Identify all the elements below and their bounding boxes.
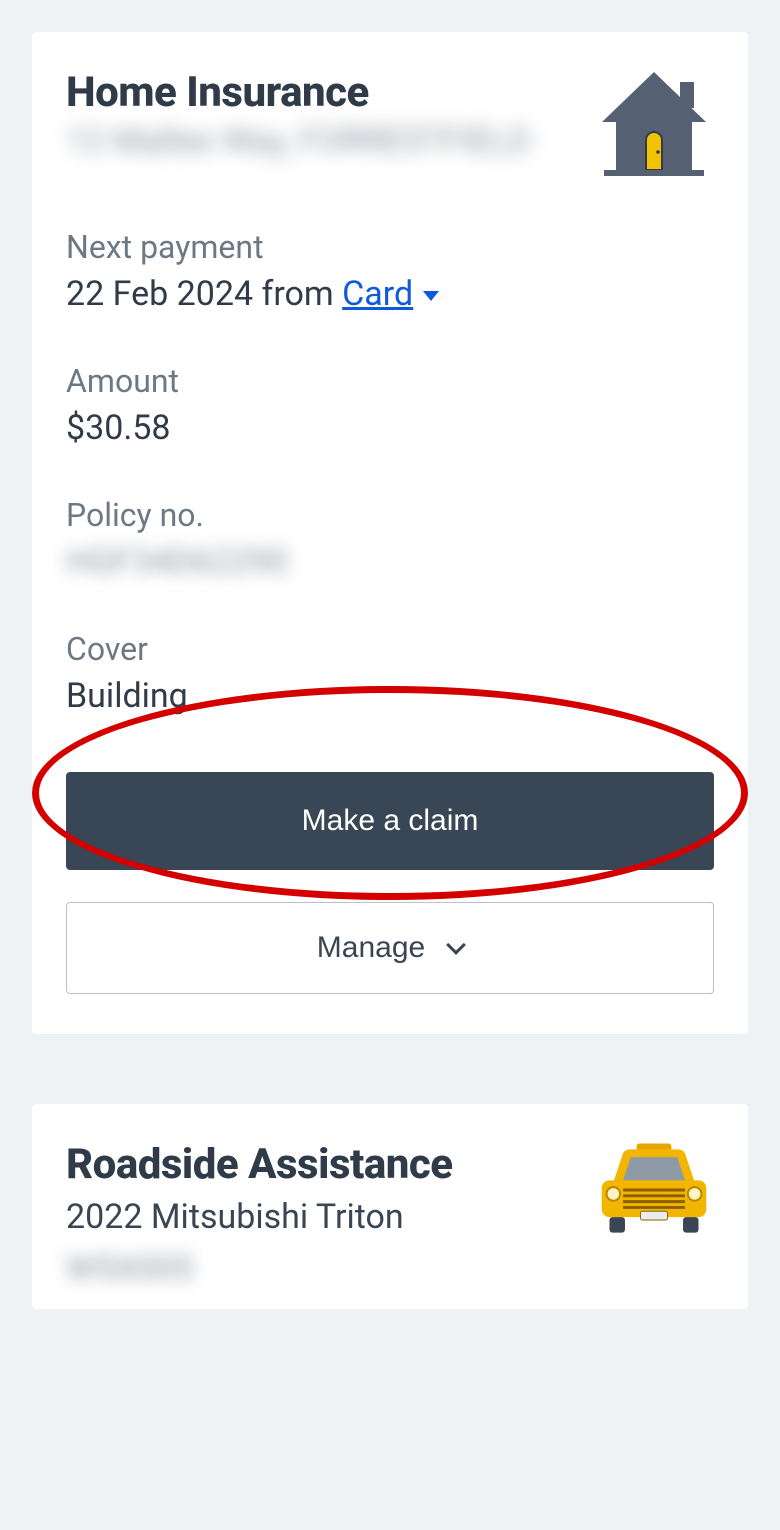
next-payment-date: 22 Feb 2024 from: [66, 274, 342, 314]
amount-field: Amount $30.58: [66, 362, 714, 448]
chevron-down-icon: [446, 935, 466, 955]
manage-label: Manage: [317, 931, 425, 965]
highlight-annotation: Make a claim: [66, 716, 714, 870]
policy-label: Policy no.: [66, 496, 714, 534]
payment-source-link[interactable]: Card: [342, 274, 413, 314]
cover-label: Cover: [66, 630, 714, 668]
policy-field: Policy no. HGF34D62290: [66, 496, 714, 582]
manage-button[interactable]: Manage: [66, 902, 714, 994]
cover-value: Building: [66, 676, 714, 716]
card-header: Home Insurance 12 Mallee Way, FORRESTFIE…: [66, 68, 714, 180]
amount-label: Amount: [66, 362, 714, 400]
cover-field: Cover Building: [66, 630, 714, 716]
policy-value-redacted: HGF34D62290: [66, 542, 288, 582]
car-icon: [594, 1140, 714, 1240]
vehicle-name: 2022 Mitsubishi Triton: [66, 1197, 453, 1237]
home-insurance-card: Home Insurance 12 Mallee Way, FORRESTFIE…: [32, 32, 748, 1034]
card-title: Home Insurance: [66, 68, 531, 117]
vehicle-reg-redacted: W5X005: [66, 1249, 194, 1289]
card-address-redacted: 12 Mallee Way, FORRESTFIELD: [66, 121, 531, 161]
card-title: Roadside Assistance: [66, 1140, 453, 1189]
next-payment-field: Next payment 22 Feb 2024 from Card: [66, 228, 714, 314]
amount-value: $30.58: [66, 408, 714, 448]
card-header: Roadside Assistance 2022 Mitsubishi Trit…: [66, 1140, 714, 1289]
home-icon: [594, 68, 714, 180]
next-payment-value: 22 Feb 2024 from Card: [66, 274, 714, 314]
next-payment-label: Next payment: [66, 228, 714, 266]
roadside-assistance-card: Roadside Assistance 2022 Mitsubishi Trit…: [32, 1104, 748, 1309]
caret-down-icon[interactable]: [423, 291, 439, 301]
make-claim-button[interactable]: Make a claim: [66, 772, 714, 870]
